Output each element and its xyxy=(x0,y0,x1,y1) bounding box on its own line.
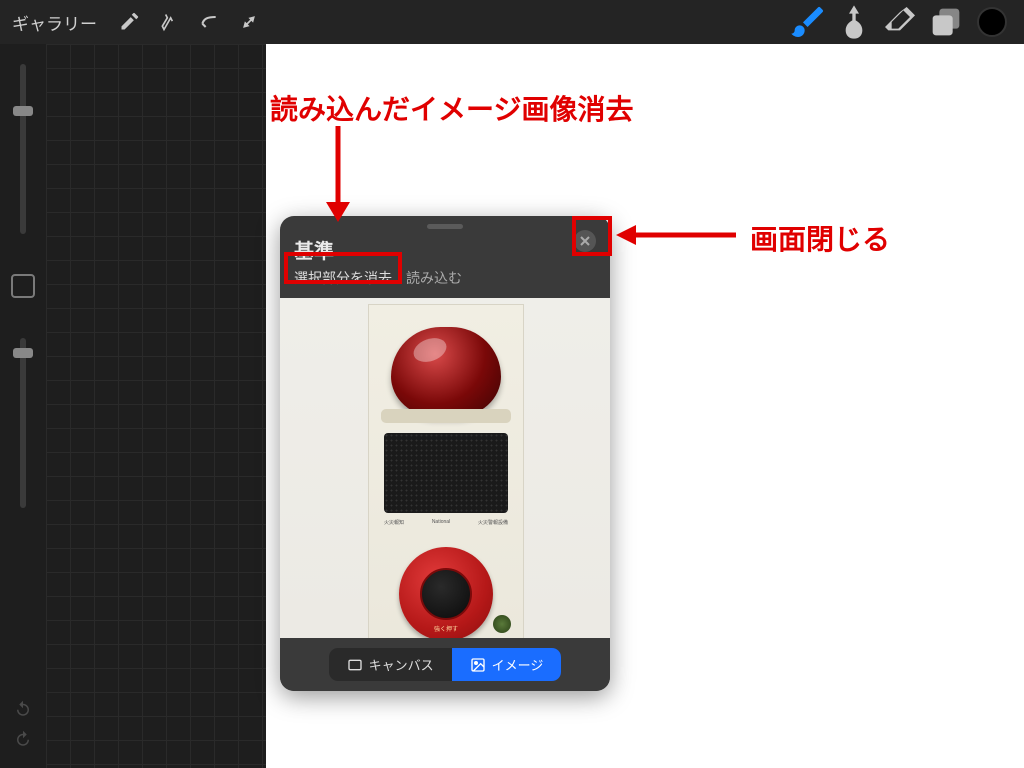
left-sidebar xyxy=(0,44,46,768)
modify-button[interactable] xyxy=(11,274,35,298)
load-button[interactable]: 読み込む xyxy=(406,270,462,286)
highlight-clear-selection xyxy=(284,252,402,284)
top-toolbar: ギャラリー xyxy=(0,0,1024,44)
adjustments-icon[interactable] xyxy=(151,4,187,40)
redo-icon[interactable] xyxy=(14,730,32,748)
transform-icon[interactable] xyxy=(231,4,267,40)
alarm-lamp xyxy=(391,327,501,417)
canvas-icon xyxy=(347,657,363,673)
reference-panel: 基準 選択部分を消去読み込む 火災報知National火災警報設備 強く押す キ… xyxy=(280,216,610,691)
layers-icon[interactable] xyxy=(926,2,966,42)
highlight-close-button xyxy=(572,216,612,256)
panel-footer: キャンバス イメージ xyxy=(280,638,610,691)
alarm-button: 強く押す xyxy=(399,547,493,638)
alarm-speaker xyxy=(384,433,508,513)
segment-canvas-button[interactable]: キャンバス xyxy=(329,648,452,681)
image-icon xyxy=(470,657,486,673)
eraser-icon[interactable] xyxy=(880,2,920,42)
selection-icon[interactable] xyxy=(191,4,227,40)
brush-opacity-slider[interactable] xyxy=(20,338,26,508)
segment-image-button[interactable]: イメージ xyxy=(452,648,562,681)
gallery-button[interactable]: ギャラリー xyxy=(12,10,97,35)
smudge-icon[interactable] xyxy=(834,2,874,42)
color-picker[interactable] xyxy=(972,2,1012,42)
reference-mode-segment: キャンバス イメージ xyxy=(329,648,562,681)
brush-icon[interactable] xyxy=(788,2,828,42)
undo-icon[interactable] xyxy=(14,700,32,718)
reference-image[interactable]: 火災報知National火災警報設備 強く押す xyxy=(280,298,610,638)
drag-grip-icon[interactable] xyxy=(427,224,463,229)
brush-size-slider[interactable] xyxy=(20,64,26,234)
actions-icon[interactable] xyxy=(111,4,147,40)
